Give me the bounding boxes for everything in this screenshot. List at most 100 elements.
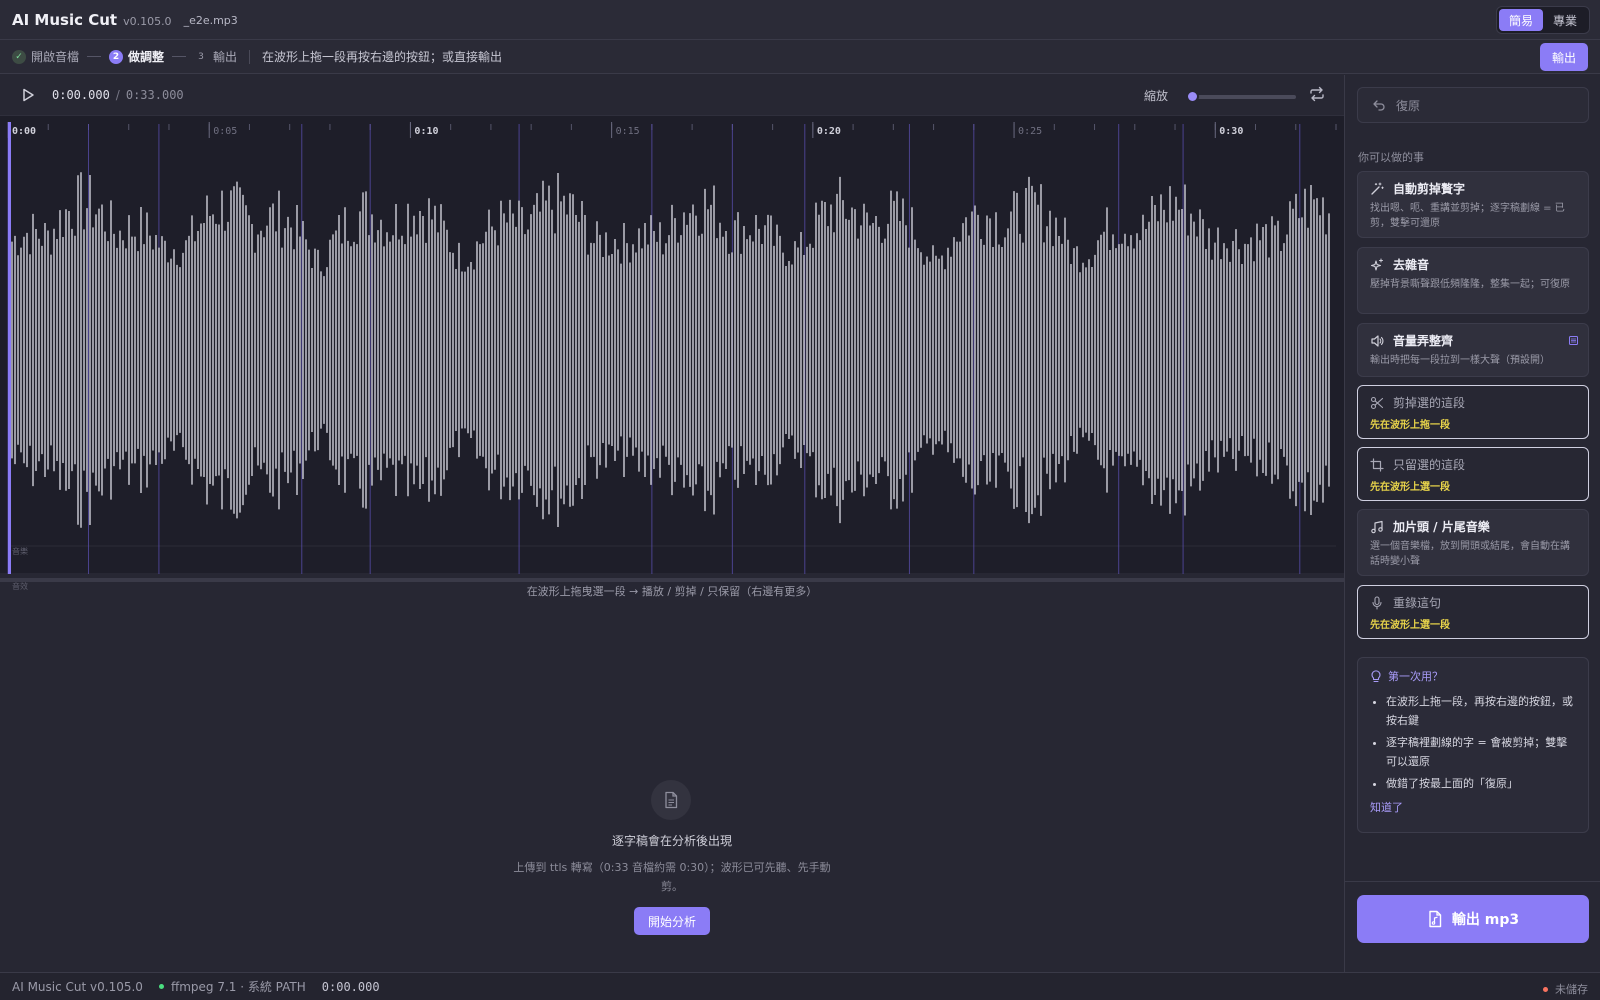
zoom-slider-thumb[interactable] <box>1186 90 1199 103</box>
card-description: 輸出時把每一段拉到一樣大聲（預設開） <box>1370 355 1550 366</box>
zoom-label: 縮放 <box>1143 89 1168 103</box>
re-record-card[interactable]: 重錄這句 先在波形上選一段 <box>1357 585 1589 639</box>
status-app: AI Music Cut v0.105.0 <box>12 979 143 994</box>
mode-toggle: 簡易 專業 <box>1495 6 1590 34</box>
tip-item: 逐字稿裡劃線的字 = 會被剪掉；雙擊可以還原 <box>1386 733 1576 771</box>
ruler-label: 0:05 <box>213 126 237 137</box>
music-note-icon <box>1370 520 1384 534</box>
card-title: 去雜音 <box>1393 258 1430 272</box>
card-title: 只留選的這段 <box>1393 458 1466 472</box>
transcript-panel: 逐字稿會在分析後出現 上傳到 ttls 轉寫（0:33 音檔約需 0:30）；波… <box>0 582 1344 972</box>
scissors-icon <box>1370 396 1384 410</box>
enabled-badge-icon <box>1569 336 1578 345</box>
step-export-label: 輸出 <box>213 50 238 64</box>
crop-icon <box>1370 457 1384 472</box>
step-connector <box>87 56 102 57</box>
divider <box>249 49 251 64</box>
undo-label: 復原 <box>1396 98 1421 113</box>
mode-pro-button[interactable]: 專業 <box>1543 9 1587 31</box>
magic-wand-icon <box>1370 182 1384 196</box>
card-title: 剪掉選的這段 <box>1393 396 1466 410</box>
normalize-volume-card[interactable]: 音量弄整齊 輸出時把每一段拉到一樣大聲（預設開） <box>1357 323 1589 377</box>
step-bar: ✓ 開啟音檔 2 做調整 3 輸出 在波形上拖一段再按右邊的按鈕；或直接輸出 輸… <box>0 40 1600 74</box>
app-title: AI Music Cut <box>12 10 118 29</box>
auto-remove-fillers-card[interactable]: 自動剪掉贅字 找出嗯、呃、重講並剪掉；逐字稿劃線 = 已剪，雙擊可還原 <box>1357 171 1589 238</box>
keep-selection-card[interactable]: 只留選的這段 先在波形上選一段 <box>1357 447 1589 501</box>
card-warning: 先在波形上選一段 <box>1370 620 1450 631</box>
loop-button[interactable] <box>1308 85 1328 105</box>
card-warning: 先在波形上拖一段 <box>1370 420 1450 431</box>
export-mp3-label: 輸出 mp3 <box>1451 912 1520 928</box>
step-number-badge: 2 <box>109 49 124 64</box>
step-open-label: 開啟音檔 <box>31 50 80 64</box>
step-export[interactable]: 3 輸出 <box>194 48 237 65</box>
current-time: 0:00.000 <box>52 88 110 102</box>
add-music-card[interactable]: 加片頭 / 片尾音樂 選一個音樂檔，放到開頭或結尾，會自動在講話時變小聲 <box>1357 509 1589 576</box>
ruler-label: 0:25 <box>1018 126 1042 137</box>
step-number-badge: 3 <box>198 51 204 62</box>
total-time: 0:33.000 <box>125 88 184 102</box>
tips-box: 第一次用？ 在波形上拖一段，再按右邊的按鈕，或按右鍵 逐字稿裡劃線的字 = 會被… <box>1357 657 1589 833</box>
unsaved-dot-icon <box>1543 986 1548 992</box>
card-title: 重錄這句 <box>1393 596 1442 610</box>
ruler-label: 0:15 <box>616 126 640 137</box>
tips-title-text: 第一次用？ <box>1388 670 1443 683</box>
undo-button[interactable]: 復原 <box>1357 87 1589 123</box>
card-description: 選一個音樂檔，放到開頭或結尾，會自動在講話時變小聲 <box>1370 541 1570 567</box>
step-connector <box>172 56 187 57</box>
transcript-title: 逐字稿會在分析後出現 <box>611 834 732 848</box>
status-ffmpeg-text: ffmpeg 7.1 · 系統 PATH <box>170 980 306 994</box>
document-icon <box>651 780 691 820</box>
top-bar: AI Music Cut v0.105.0 _e2e.mp3 簡易 專業 <box>0 0 1600 40</box>
music-lane-label: 音樂 <box>12 547 28 556</box>
play-button[interactable] <box>18 85 38 105</box>
card-warning: 先在波形上選一段 <box>1370 482 1450 493</box>
cut-selection-card[interactable]: 剪掉選的這段 先在波形上拖一段 <box>1357 385 1589 439</box>
step-adjust[interactable]: 2 做調整 <box>109 48 164 65</box>
zoom-slider[interactable] <box>1186 90 1296 103</box>
ruler-label: 0:00 <box>12 126 36 137</box>
side-panel: 復原 你可以做的事 自動剪掉贅字 找出嗯、呃、重講並剪掉；逐字稿劃線 = 已剪，… <box>1344 75 1600 972</box>
editor-area: 0:00.000 / 0:33.000 縮放 0:00 0:05 0:10 0:15 0… <box>0 75 1344 972</box>
file-audio-icon <box>1427 910 1443 928</box>
loop-icon <box>1310 86 1324 102</box>
save-status: 未儲存 <box>1543 981 1588 997</box>
denoise-card[interactable]: 去雜音 壓掉背景嘶聲跟低頻隆隆，整集一起；可復原 <box>1357 247 1589 314</box>
status-bar: AI Music Cut v0.105.0 ffmpeg 7.1 · 系統 PA… <box>0 972 1600 1000</box>
tips-list: 在波形上拖一段，再按右邊的按鈕，或按右鍵 逐字稿裡劃線的字 = 會被剪掉；雙擊可… <box>1370 692 1576 793</box>
tip-item: 做錯了按最上面的「復原」 <box>1386 774 1576 793</box>
card-description: 找出嗯、呃、重講並剪掉；逐字稿劃線 = 已剪，雙擊可還原 <box>1370 203 1565 229</box>
card-description: 壓掉背景嘶聲跟低頻隆隆，整集一起；可復原 <box>1370 279 1570 290</box>
ruler-label: 0:20 <box>817 126 841 137</box>
lightbulb-icon <box>1370 669 1382 683</box>
undo-icon <box>1372 98 1386 112</box>
transport-bar: 0:00.000 / 0:33.000 縮放 <box>0 75 1344 115</box>
export-mp3-button[interactable]: 輸出 mp3 <box>1357 895 1589 943</box>
status-time: 0:00.000 <box>321 979 380 994</box>
microphone-icon <box>1370 595 1384 610</box>
sparkles-icon <box>1370 258 1384 272</box>
step-open[interactable]: ✓ 開啟音檔 <box>12 48 79 65</box>
speaker-icon <box>1370 334 1384 348</box>
card-title: 自動剪掉贅字 <box>1393 182 1466 196</box>
ruler-label: 0:10 <box>414 126 438 137</box>
check-icon: ✓ <box>12 49 26 64</box>
dismiss-tips-link[interactable]: 知道了 <box>1370 799 1576 815</box>
export-button[interactable]: 輸出 <box>1539 43 1588 71</box>
step-adjust-label: 做調整 <box>128 50 165 64</box>
ruler-label: 0:30 <box>1219 126 1243 137</box>
save-status-text: 未儲存 <box>1555 983 1588 996</box>
waveform-canvas[interactable]: 0:00 0:05 0:10 0:15 0:20 0:25 0:30 音樂 音效 <box>0 115 1344 591</box>
play-icon <box>23 88 34 102</box>
card-title: 音量弄整齊 <box>1393 334 1454 348</box>
transcript-description: 上傳到 ttls 轉寫（0:33 音檔約需 0:30）；波形已可先聽、先手動剪。 <box>513 861 831 893</box>
status-ok-dot-icon <box>158 984 164 989</box>
playhead <box>8 122 11 574</box>
step-hint: 在波形上拖一段再按右邊的按鈕；或直接輸出 <box>262 50 503 64</box>
section-title: 你可以做的事 <box>1358 151 1424 164</box>
mode-simple-button[interactable]: 簡易 <box>1498 9 1543 31</box>
start-analysis-button[interactable]: 開始分析 <box>634 907 710 935</box>
status-ffmpeg: ffmpeg 7.1 · 系統 PATH <box>158 978 306 995</box>
app-version: v0.105.0 <box>123 14 172 28</box>
card-title: 加片頭 / 片尾音樂 <box>1393 520 1490 534</box>
